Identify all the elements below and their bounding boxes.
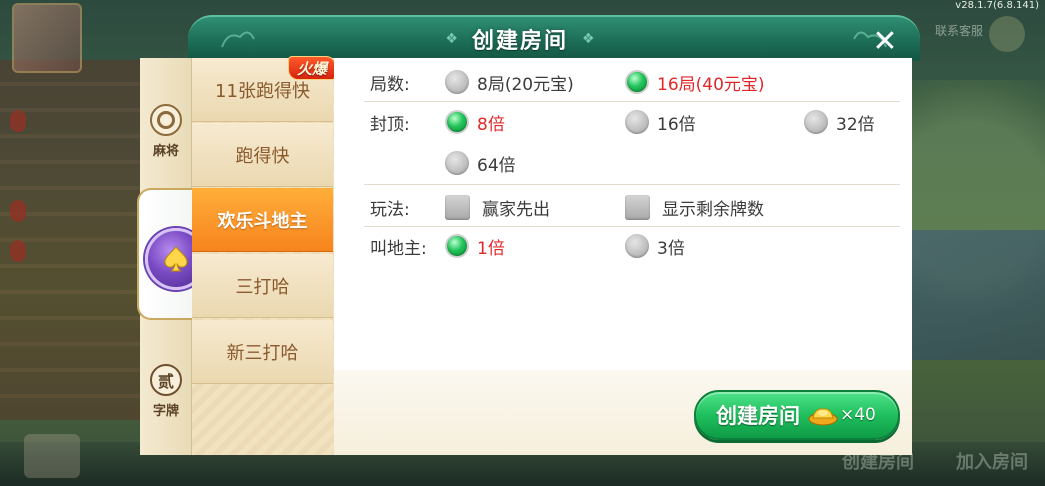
checkbox[interactable] [445,194,470,220]
option-text: 16倍 [657,114,696,135]
landlord-option-3x[interactable]: 3倍 [625,233,685,259]
radio-button[interactable] [804,110,828,134]
radio-button-selected[interactable] [625,70,649,94]
gold-ingot-icon [808,408,838,426]
option-text: 32倍 [836,114,875,135]
option-text: 3倍 [657,238,685,259]
rounds-option-16[interactable]: 16局(40元宝) [625,69,765,95]
radio-button[interactable] [625,110,649,134]
landlord-option-1x[interactable]: 1倍 [445,233,505,259]
landlord-label: 叫地主: [370,238,427,259]
option-text: 16局(40元宝) [657,74,765,95]
game-item-doudizhu[interactable]: 欢乐斗地主 [192,188,333,252]
game-item-new-sandaha[interactable]: 新三打哈 [192,320,333,384]
cap-option-8[interactable]: 8倍 [445,109,505,135]
radio-button[interactable] [445,151,469,175]
option-text: 赢家先出 [482,199,550,220]
row-divider [364,184,900,185]
category-mahjong[interactable]: 麻将 [140,96,192,166]
option-text: 1倍 [477,238,505,259]
settings-gear-icon[interactable] [989,16,1025,52]
lantern-decoration [10,240,26,262]
hot-badge: 火爆 [288,56,337,80]
checkbox[interactable] [625,194,650,220]
lobby-join-room-button[interactable]: 加入房间 [956,448,1028,474]
row-divider [364,226,900,227]
radio-button[interactable] [625,234,649,258]
shop-cart-icon[interactable] [24,434,80,478]
radio-button-selected[interactable] [445,234,469,258]
category-zipai[interactable]: 贰 字牌 [140,356,192,426]
cap-option-64[interactable]: 64倍 [445,150,516,176]
title-ornament-icon: ❖ [445,31,458,47]
mahjong-tile-icon [150,103,182,136]
option-text: 8局(20元宝) [477,74,574,95]
rule-winner-first[interactable]: 赢家先出 [445,194,550,220]
option-text: 8倍 [477,114,505,135]
row-divider [364,101,900,102]
cap-label: 封顶: [370,114,410,135]
game-item-sandaha[interactable]: 三打哈 [192,254,333,318]
rounds-label: 局数: [370,74,410,95]
category-label: 字牌 [152,403,179,419]
option-text: 显示剩余牌数 [662,199,764,220]
rules-label: 玩法: [370,199,410,220]
create-room-label: 创建房间 [716,404,800,428]
radio-button[interactable] [445,70,469,94]
dialog-title: 创建房间 [471,29,568,54]
category-label: 麻将 [152,143,179,159]
cap-option-16[interactable]: 16倍 [625,109,696,135]
customer-service-link[interactable]: 联系客服 [935,22,983,39]
cap-option-32[interactable]: 32倍 [804,109,875,135]
rounds-option-8[interactable]: 8局(20元宝) [445,69,574,95]
rule-show-remaining[interactable]: 显示剩余牌数 [625,194,764,220]
create-room-cost: ×40 [840,405,876,425]
option-text: 64倍 [477,155,516,176]
background-roof [905,230,1045,360]
close-icon[interactable]: ✕ [868,24,902,59]
radio-button-selected[interactable] [445,110,469,134]
title-ornament-icon: ❖ [582,31,595,47]
game-item-paodekuai[interactable]: 跑得快 [192,123,333,187]
lantern-decoration [10,200,26,222]
options-panel [334,58,912,370]
version-label: v28.1.7(6.8.141) [955,0,1039,11]
lantern-decoration [10,110,26,132]
avatar[interactable] [12,3,82,73]
zi-character-icon: 贰 [150,363,182,396]
create-room-button[interactable]: 创建房间 ×40 [694,390,900,440]
